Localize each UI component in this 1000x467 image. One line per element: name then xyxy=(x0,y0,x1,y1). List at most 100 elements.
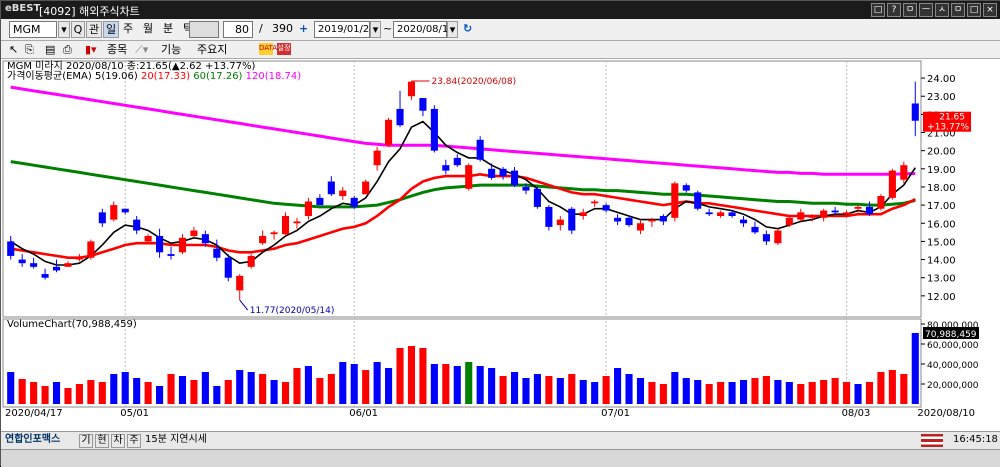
calendar-dropdown-icon[interactable]: ▾ xyxy=(447,21,458,38)
volume-bar xyxy=(499,376,507,404)
candle-body xyxy=(510,170,519,186)
symbol-input[interactable]: MGM xyxy=(9,21,57,38)
volume-bar xyxy=(167,374,175,404)
volume-bar xyxy=(18,379,26,404)
candle-body xyxy=(156,235,164,253)
candle-body xyxy=(407,81,416,97)
refresh-icon[interactable]: ↻ xyxy=(463,21,477,38)
volume-bar xyxy=(911,333,919,404)
status-button[interactable]: 기 xyxy=(79,434,93,448)
volume-bar xyxy=(419,348,427,404)
volume-panel-border xyxy=(2,318,922,408)
status-button[interactable]: 주 xyxy=(127,434,141,448)
candle-body xyxy=(591,201,599,204)
copy-icon[interactable]: ⎘ xyxy=(25,42,37,59)
calendar-dropdown-icon[interactable]: ▾ xyxy=(370,21,381,38)
candle-body xyxy=(717,212,725,216)
volume-bar xyxy=(407,346,416,404)
volume-bar xyxy=(785,382,793,404)
candle-body xyxy=(293,221,301,224)
ema-legend-item: 20(17.33) xyxy=(141,71,193,82)
tab-monthly[interactable]: 월 xyxy=(143,21,157,38)
volume-title: VolumeChart(70,988,459) xyxy=(7,319,137,330)
settings-badge[interactable]: 설정 xyxy=(277,43,291,55)
candle-body xyxy=(728,212,736,216)
close-button[interactable]: × xyxy=(983,3,997,17)
candle-body xyxy=(110,205,118,220)
volume-bar xyxy=(545,376,553,404)
candle-body xyxy=(499,168,507,177)
interval-select[interactable] xyxy=(189,21,219,38)
scroll-bar[interactable] xyxy=(1,449,1000,467)
candle-body xyxy=(625,217,633,226)
candle-body xyxy=(545,206,553,227)
candle-body xyxy=(579,212,587,216)
candle-body xyxy=(671,183,679,218)
candle-body xyxy=(259,235,267,244)
window-button[interactable]: □ xyxy=(967,3,981,17)
volume-tick-label: 20,000,000 xyxy=(927,381,979,391)
candle-body xyxy=(533,188,541,207)
end-date-input[interactable]: 2020/08/10 xyxy=(393,21,455,38)
candle-body xyxy=(373,150,381,166)
ema-indicator-label: 가격이동평균(EMA) 5(19.06) 20(17.33) 60(17.26)… xyxy=(7,69,301,82)
search-icon[interactable]: Q xyxy=(71,21,85,38)
window-button[interactable]: ㅡ xyxy=(919,3,933,17)
volume-bar xyxy=(144,382,152,404)
volume-bar xyxy=(156,386,164,404)
candle-body xyxy=(877,196,885,209)
count-input[interactable]: 80 xyxy=(223,21,253,38)
volume-bar xyxy=(808,382,816,404)
save-icon[interactable]: ▤ xyxy=(45,42,57,59)
window-button[interactable]: ㅁ xyxy=(951,3,965,17)
chart-type-icon[interactable]: ▮▾ xyxy=(85,42,101,59)
candle-body xyxy=(178,237,187,253)
tab-period[interactable]: 관 xyxy=(86,21,102,38)
volume-bar xyxy=(888,370,896,404)
window-button[interactable]: ㅁ xyxy=(903,3,917,17)
volume-bar xyxy=(270,380,278,404)
status-button[interactable]: 현 xyxy=(95,434,109,448)
volume-bar xyxy=(522,378,530,404)
add-icon[interactable]: + xyxy=(299,21,309,38)
window-button[interactable]: ㅅ xyxy=(935,3,949,17)
volume-bar xyxy=(396,348,404,404)
status-button[interactable]: 차 xyxy=(111,434,125,448)
candle-body xyxy=(522,186,530,191)
candle-body xyxy=(304,201,312,216)
window-button[interactable]: □ xyxy=(871,3,885,17)
x-tick-label: 07/01 xyxy=(601,408,630,419)
candle-body xyxy=(774,230,782,244)
function-menu[interactable]: 기능 xyxy=(161,42,195,59)
volume-bar xyxy=(510,372,519,404)
print-icon[interactable]: ⎙ xyxy=(63,42,75,59)
tab-daily[interactable]: 일 xyxy=(103,21,119,38)
x-tick-label: 2020/08/10 xyxy=(917,408,975,419)
draw-tool-icon[interactable]: ⟋▾ xyxy=(135,42,155,59)
candle-body xyxy=(167,254,175,256)
candle-body xyxy=(236,275,244,291)
symbol-menu[interactable]: 종목 xyxy=(107,42,135,59)
tab-minute[interactable]: 분 xyxy=(163,21,177,38)
volume-bar xyxy=(820,380,828,404)
start-date-input[interactable]: 2019/01/24 xyxy=(314,21,376,38)
data-badge[interactable]: DATA xyxy=(259,43,277,55)
window-button[interactable]: ? xyxy=(887,3,901,17)
indicator-menu[interactable]: 주요지표 xyxy=(197,42,237,71)
volume-bar xyxy=(178,376,187,404)
window-controls: □ ? ㅁ ㅡ ㅅ ㅁ □ × xyxy=(871,3,997,17)
candle-body xyxy=(854,206,862,209)
x-tick-label: 08/03 xyxy=(842,408,871,419)
candle-body xyxy=(465,165,473,189)
candle-body xyxy=(213,248,221,258)
volume-bar xyxy=(705,384,713,404)
volume-bar xyxy=(41,386,49,404)
volume-bar xyxy=(739,380,748,404)
price-tick-label: 12.00 xyxy=(927,292,956,303)
cursor-icon[interactable]: ↖ xyxy=(9,42,21,59)
volume-bar xyxy=(682,378,690,404)
symbol-dropdown-icon[interactable]: ▾ xyxy=(58,21,70,38)
tab-weekly[interactable]: 주 xyxy=(123,21,137,38)
volume-bar xyxy=(625,374,633,404)
volume-bar xyxy=(568,374,576,404)
